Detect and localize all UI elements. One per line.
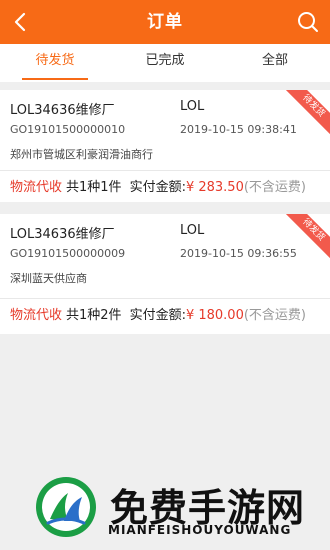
shop-name: LOL34636维修厂 [10,227,115,242]
app-header: 订单 [0,0,330,44]
freight-note: (不含运费) [243,308,306,323]
site-watermark: 免费手游网 MIANFEISHOUYOUWANG [0,465,330,550]
order-card[interactable]: 待发货 LOL34636维修厂 LOL GO19101500000009 201… [0,214,330,334]
order-time: 2019-10-15 09:38:41 [180,123,297,136]
paid-amount: ¥ 180.00 [185,308,244,323]
tab-completed[interactable]: 已完成 [110,44,220,82]
order-meta-row: GO19101500000010 2019-10-15 09:38:41 [10,123,320,136]
buyer-name: LOL [180,223,205,238]
buyer-name: LOL [180,99,205,114]
order-summary-row: 物流代收 共1种1件 实付金额:¥ 283.50(不含运费) [0,170,330,202]
watermark-subtitle: MIANFEISHOUYOUWANG [108,523,292,537]
order-time: 2019-10-15 09:36:55 [180,247,297,260]
delivery-type-tag: 物流代收 [10,180,63,195]
paid-amount-label: 实付金额: [129,180,186,195]
tab-pending-shipment[interactable]: 待发货 [0,44,110,82]
order-number: GO19101500000009 [10,247,126,260]
order-number: GO19101500000010 [10,123,126,136]
item-quantity: 共1种2件 [66,308,122,323]
supplier-name: 郑州市管城区利豪润滑油商行 [10,148,153,161]
status-tabs: 待发货 已完成 全部 [0,44,330,82]
order-card[interactable]: 待发货 LOL34636维修厂 LOL GO19101500000010 201… [0,90,330,202]
supplier-name: 深圳蓝天供应商 [10,272,87,285]
item-quantity: 共1种1件 [66,180,122,195]
order-header-row: LOL34636维修厂 LOL [10,223,320,242]
order-header-row: LOL34636维修厂 LOL [10,99,320,118]
freight-note: (不含运费) [243,180,306,195]
search-icon [298,12,318,32]
paid-amount: ¥ 283.50 [185,180,244,195]
watermark-logo-icon [34,475,98,539]
order-meta-row: GO19101500000009 2019-10-15 09:36:55 [10,247,320,260]
order-summary-row: 物流代收 共1种2件 实付金额:¥ 180.00(不含运费) [0,298,330,332]
tab-all[interactable]: 全部 [220,44,330,82]
paid-amount-label: 实付金额: [129,308,186,323]
shop-name: LOL34636维修厂 [10,103,115,118]
search-button[interactable] [296,10,320,34]
delivery-type-tag: 物流代收 [10,308,63,323]
orders-screen: 订单 待发货 已完成 全部 待发货 LOL34636维修厂 LOL GO1910… [0,0,330,550]
page-title: 订单 [147,12,183,32]
